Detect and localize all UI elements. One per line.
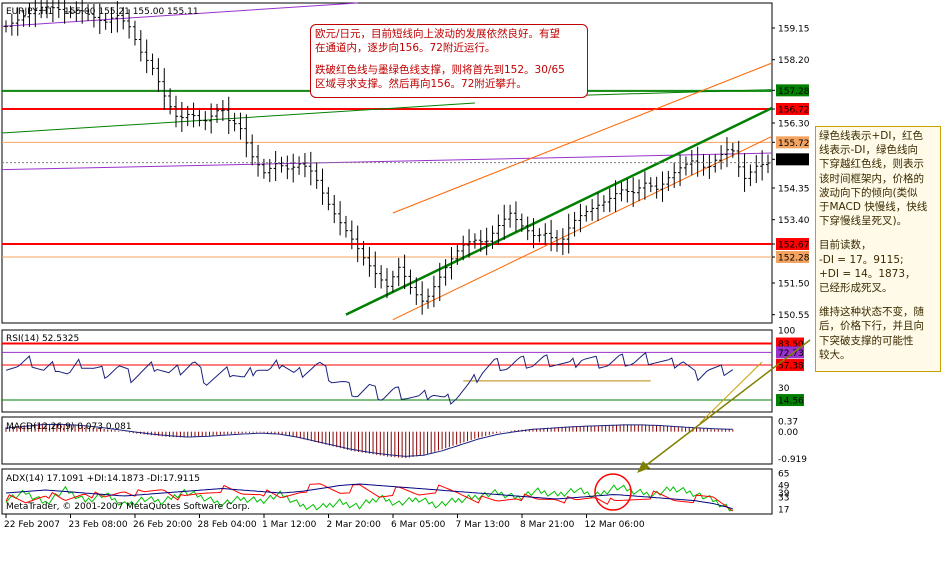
price-tag-label: 152.28 xyxy=(778,254,810,264)
annotation-side-line: 波动向下的倾向(类似 xyxy=(819,186,918,199)
price-tag-label: 155.72 xyxy=(778,139,810,149)
price-header-symbol: EURJPY,H1 xyxy=(6,7,53,17)
annotation-side: 绿色线表示+DI，红色 线表示-DI，绿色线向 下穿越红色线，则表示 该时间框架… xyxy=(815,126,941,372)
price-tick-label: 154.35 xyxy=(778,185,810,195)
x-tick-label: 1 Mar 12:00 xyxy=(262,520,317,530)
annotation-side-line: 线表示-DI，绿色线向 xyxy=(819,144,918,157)
annotation-gap xyxy=(819,228,937,238)
annotation-top-line: 跌破红色线与墨绿色线支撑，则将首先到152。30/65 xyxy=(315,64,565,76)
price-tick-label: 159.15 xyxy=(778,25,810,35)
x-tick-label: 26 Feb 20:00 xyxy=(133,520,192,530)
price-tick-label: 156.30 xyxy=(778,120,810,130)
x-tick-label: 23 Feb 08:00 xyxy=(69,520,128,530)
annotation-side-line: 较大。 xyxy=(819,348,851,361)
x-tick-label: 28 Feb 04:00 xyxy=(198,520,257,530)
annotation-top-line: 在通道内，逐步向156。72附近运行。 xyxy=(315,42,496,54)
price-tick-label: 153.40 xyxy=(778,216,810,226)
macd-tick-label: -0.919 xyxy=(778,455,807,465)
x-tick-label: 7 Mar 13:00 xyxy=(456,520,511,530)
annotation-side-line: 下穿慢线呈死叉)。 xyxy=(819,215,908,228)
annotation-side-line: 于MACD 快慢线，快线 xyxy=(819,201,928,214)
adx-tick-label: 17 xyxy=(778,505,789,515)
annotation-side-line: 维持这种状态不变，随 xyxy=(819,306,924,319)
rsi-header: RSI(14) 52.5325 xyxy=(6,334,79,344)
macd-tick-label: 0.37 xyxy=(778,417,798,427)
price-tag-label: 157.28 xyxy=(778,87,810,97)
macd-header: MACD(12,26,9) 0.073 0.081 xyxy=(6,422,132,432)
annotation-side-line: -DI = 17。9115; xyxy=(819,253,904,266)
rsi-tag-label: 14.56 xyxy=(778,397,804,407)
annotation-gap xyxy=(819,295,937,305)
annotation-side-line: 后，价格下行，并且向 xyxy=(819,320,924,333)
price-header-ohlc: 155.00 155.21 155.00 155.11 xyxy=(64,7,199,17)
adx-header: ADX(14) 17.1091 +DI:14.1873 -DI:17.9115 xyxy=(6,474,200,484)
annotation-top-line xyxy=(315,55,583,63)
price-tag-label: 155.21 xyxy=(778,156,810,166)
rsi-tick-label: 30 xyxy=(778,384,790,394)
copyright-text: MetaTrader, © 2001-2007 MetaQuotes Softw… xyxy=(6,502,250,512)
annotation-side-line: 已经形成死叉。 xyxy=(819,282,893,295)
annotation-side-line: 下穿越红色线，则表示 xyxy=(819,158,924,171)
macd-tick-label: 0.00 xyxy=(778,428,798,438)
annotation-top-line: 区域寻求支撑。然后再向156。72附近攀升。 xyxy=(315,78,527,90)
price-tick-label: 151.50 xyxy=(778,280,810,290)
rsi-tick-label: 100 xyxy=(778,327,795,337)
x-tick-label: 8 Mar 21:00 xyxy=(520,520,575,530)
annotation-side-line: 下突破支撑的可能性 xyxy=(819,334,914,347)
annotation-side-line: 绿色线表示+DI，红色 xyxy=(819,130,923,142)
adx-tick-label: 33 xyxy=(778,493,789,503)
x-tick-label: 12 Mar 06:00 xyxy=(585,520,645,530)
x-tick-label: 6 Mar 05:00 xyxy=(391,520,446,530)
annotation-side-line: 目前读数， xyxy=(819,239,872,252)
x-tick-label: 2 Mar 20:00 xyxy=(327,520,382,530)
price-tick-label: 158.20 xyxy=(778,56,810,66)
rsi-tag-label: 57.38 xyxy=(778,361,804,371)
price-tick-label: 150.55 xyxy=(778,311,810,321)
price-tag-label: 152.67 xyxy=(778,241,810,251)
annotation-side-line: 该时间框架内，价格的 xyxy=(819,172,924,185)
annotation-top: 欧元/日元，目前短线向上波动的发展依然良好。有望 在通道内，逐步向156。72附… xyxy=(310,24,588,98)
annotation-top-line: 欧元/日元，目前短线向上波动的发展依然良好。有望 xyxy=(315,28,561,40)
price-tag-label: 156.72 xyxy=(778,106,810,116)
adx-tick-label: 65 xyxy=(778,469,789,479)
annotation-side-line: +DI = 14。1873， xyxy=(819,267,916,280)
x-tick-label: 22 Feb 2007 xyxy=(4,520,60,530)
